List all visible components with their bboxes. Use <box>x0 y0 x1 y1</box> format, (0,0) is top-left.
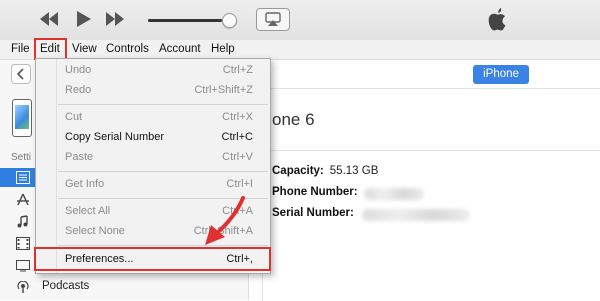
menu-bar: File Edit View Controls Account Help <box>0 40 600 60</box>
chevron-left-icon <box>16 68 24 80</box>
menu-item-paste[interactable]: Paste Ctrl+V <box>36 147 270 167</box>
sidebar-item-podcasts[interactable] <box>0 278 35 297</box>
fast-forward-icon[interactable] <box>104 9 126 29</box>
menu-item-redo[interactable]: Redo Ctrl+Shift+Z <box>36 80 270 100</box>
phone-number-label: Phone Number: <box>272 186 358 198</box>
rewind-icon[interactable] <box>38 9 60 29</box>
play-icon[interactable] <box>72 9 94 29</box>
preferences-highlight <box>34 247 271 271</box>
menu-view[interactable]: View <box>72 40 97 59</box>
tv-icon <box>16 260 30 272</box>
phone-number-redacted <box>364 188 424 200</box>
podcasts-icon <box>17 281 29 293</box>
annotation-arrow-icon <box>205 196 245 245</box>
settings-section-label: Setti <box>11 152 32 163</box>
device-button[interactable]: iPhone <box>473 65 529 84</box>
menu-item-get-info[interactable]: Get Info Ctrl+I <box>36 174 270 194</box>
serial-number-label: Serial Number: <box>272 207 354 219</box>
film-icon <box>16 237 30 250</box>
serial-number-redacted <box>362 209 470 221</box>
menu-account[interactable]: Account <box>159 40 201 59</box>
capacity-value: 55.13 GB <box>329 165 379 177</box>
volume-knob[interactable] <box>222 13 237 28</box>
device-title: one 6 <box>272 110 315 129</box>
capacity-row: Capacity: 55.13 GB <box>272 165 378 177</box>
airplay-button[interactable] <box>256 8 290 31</box>
sidebar-item-music[interactable] <box>0 212 35 231</box>
menu-file[interactable]: File <box>11 40 30 59</box>
toolbar <box>0 0 600 40</box>
sidebar-item-summary[interactable] <box>0 168 35 187</box>
airplay-icon <box>265 12 281 26</box>
menu-controls[interactable]: Controls <box>106 40 149 59</box>
sidebar-item-podcasts-label[interactable]: Podcasts <box>42 280 89 292</box>
summary-icon <box>16 171 30 184</box>
volume-slider[interactable] <box>148 19 228 22</box>
apple-logo-icon <box>488 8 506 31</box>
menu-item-copy-serial-number[interactable]: Copy Serial Number Ctrl+C <box>36 127 270 147</box>
menu-separator <box>58 171 268 172</box>
edit-menu-highlight <box>34 38 67 60</box>
sidebar-item-movies[interactable] <box>0 234 35 253</box>
serial-number-row: Serial Number: <box>272 207 354 219</box>
sidebar-item-apps[interactable] <box>0 190 35 209</box>
menu-help[interactable]: Help <box>211 40 235 59</box>
back-button[interactable] <box>11 64 31 84</box>
apps-icon <box>17 193 29 206</box>
main-header <box>249 60 600 89</box>
capacity-label: Capacity: <box>272 165 324 177</box>
menu-separator <box>58 104 268 105</box>
phone-number-row: Phone Number: <box>272 186 358 198</box>
sidebar-item-tv-shows[interactable] <box>0 256 35 275</box>
device-thumbnail[interactable] <box>12 99 32 137</box>
menu-item-undo[interactable]: Undo Ctrl+Z <box>36 60 270 80</box>
music-icon <box>17 215 28 228</box>
menu-item-cut[interactable]: Cut Ctrl+X <box>36 107 270 127</box>
